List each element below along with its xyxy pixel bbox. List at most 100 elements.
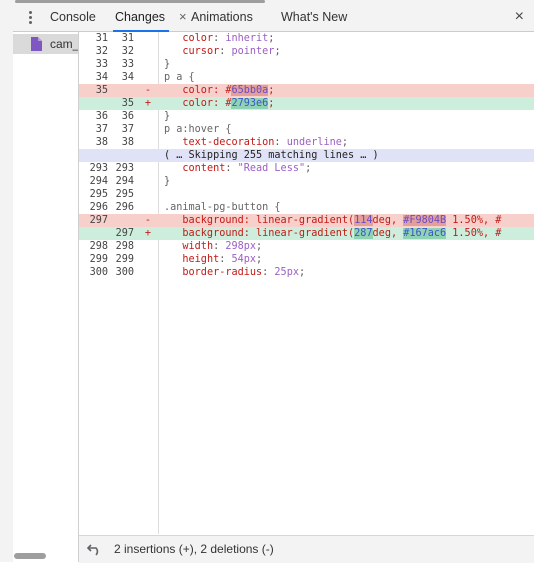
- code-token: :: [225, 163, 238, 174]
- drawer-left-edge: [0, 4, 14, 562]
- old-line-number: 298: [89, 241, 108, 252]
- code-text: background: linear-gradient(287deg, #167…: [164, 227, 501, 240]
- code-text: }: [164, 110, 170, 123]
- sidebar-scrollbar[interactable]: [14, 553, 46, 559]
- diff-line: 294 294}: [79, 175, 534, 188]
- code-text: }: [164, 58, 170, 71]
- code-token: underline: [286, 137, 342, 148]
- old-line-number: 299: [89, 254, 108, 265]
- code-text: cursor: pointer;: [164, 45, 281, 58]
- code-text: p a:hover {: [164, 123, 231, 136]
- code-token: color: #: [164, 85, 232, 96]
- diff-line: 31 31 color: inherit;: [79, 32, 534, 45]
- diff-line: 35 - color: #65bb0a;: [79, 84, 534, 97]
- code-token: }: [164, 111, 171, 122]
- diff-line: 32 32 cursor: pointer;: [79, 45, 534, 58]
- code-token: p a:hover {: [164, 124, 232, 135]
- more-vertical-icon[interactable]: [25, 9, 35, 26]
- tab-changes[interactable]: Changes: [112, 4, 170, 32]
- old-line-number: 35: [95, 85, 108, 96]
- code-token: p a {: [164, 72, 195, 83]
- code-text: background: linear-gradient(114deg, #F98…: [164, 214, 501, 227]
- tab-animations[interactable]: Animations: [191, 4, 253, 31]
- code-token: 54px: [231, 254, 257, 265]
- new-line-number: 298: [115, 241, 134, 252]
- code-token: 65bb0a: [231, 85, 269, 96]
- diff-line: 297 - background: linear-gradient(114deg,…: [79, 214, 534, 227]
- code-token: width: [182, 241, 214, 252]
- document-icon: [31, 37, 42, 51]
- new-line-number: 38: [121, 137, 134, 148]
- code-text: color: inherit;: [164, 32, 274, 45]
- file-list-item[interactable]: cam_: [13, 34, 78, 54]
- deletion-marker: -: [144, 85, 152, 96]
- changes-footer: 2 insertions (+), 2 deletions (-): [79, 535, 534, 563]
- code-token: #F9804B: [403, 215, 447, 226]
- code-token: ;: [274, 46, 281, 57]
- skipped-lines-row[interactable]: ( … Skipping 255 matching lines … ): [79, 149, 534, 162]
- old-line-number: 297: [89, 215, 108, 226]
- close-tab-icon[interactable]: ×: [179, 4, 187, 31]
- old-line-number: 293: [89, 163, 108, 174]
- close-drawer-icon[interactable]: ×: [515, 4, 524, 31]
- code-token: height: [182, 254, 220, 265]
- changes-summary: 2 insertions (+), 2 deletions (-): [114, 542, 274, 556]
- old-line-number: 300: [89, 267, 108, 278]
- tab-whats-new[interactable]: What's New: [281, 4, 347, 31]
- new-line-number: 32: [121, 46, 134, 57]
- diff-line: 293 293 content: "Read Less";: [79, 162, 534, 175]
- code-text: ( … Skipping 255 matching lines … ): [164, 149, 379, 162]
- code-token: 1.50%, #: [446, 228, 502, 239]
- new-line-number: 299: [115, 254, 134, 265]
- diff-line: 298 298 width: 298px;: [79, 240, 534, 253]
- code-token: }: [164, 59, 171, 70]
- old-line-number: 294: [89, 176, 108, 187]
- code-token: :: [262, 267, 275, 278]
- tab-console[interactable]: Console: [50, 4, 96, 31]
- code-text: color: #65bb0a;: [164, 84, 274, 97]
- changed-files-sidebar: cam_: [13, 32, 79, 562]
- code-text: }: [164, 175, 170, 188]
- code-text: text-decoration: underline;: [164, 136, 348, 149]
- code-token: :: [219, 46, 232, 57]
- top-scrollbar-thumb[interactable]: [15, 0, 265, 3]
- new-line-number: 295: [115, 189, 134, 200]
- new-line-number: 37: [121, 124, 134, 135]
- code-token: border-radius: [182, 267, 263, 278]
- code-token: ;: [268, 98, 275, 109]
- new-line-number: 33: [121, 59, 134, 70]
- code-token: :: [213, 33, 226, 44]
- old-line-number: 32: [95, 46, 108, 57]
- diff-line: 38 38 text-decoration: underline;: [79, 136, 534, 149]
- code-token: background: linear-gradient(: [164, 228, 355, 239]
- undo-icon[interactable]: [87, 543, 103, 556]
- old-line-number: 295: [89, 189, 108, 200]
- code-token: }: [164, 176, 171, 187]
- diff-line: 297 + background: linear-gradient(287deg,…: [79, 227, 534, 240]
- code-token: 298px: [225, 241, 257, 252]
- new-line-number: 31: [121, 33, 134, 44]
- code-token: 1.50%, #: [446, 215, 502, 226]
- code-token: text-decoration: [182, 137, 275, 148]
- diff-line: 36 36}: [79, 110, 534, 123]
- code-token: :: [274, 137, 287, 148]
- insertion-marker: +: [144, 228, 152, 239]
- code-token: background: linear-gradient(: [164, 215, 355, 226]
- code-token: 25px: [274, 267, 299, 278]
- code-token: .animal-pg-button {: [164, 202, 281, 213]
- new-line-number: 34: [121, 72, 134, 83]
- code-token: pointer: [231, 46, 275, 57]
- code-token: content: [182, 163, 226, 174]
- code-token: ;: [256, 241, 263, 252]
- new-line-number: 36: [121, 111, 134, 122]
- code-token: ;: [305, 163, 312, 174]
- old-line-number: 37: [95, 124, 108, 135]
- code-text: content: "Read Less";: [164, 162, 311, 175]
- new-line-number: 296: [115, 202, 134, 213]
- old-line-number: 31: [95, 33, 108, 44]
